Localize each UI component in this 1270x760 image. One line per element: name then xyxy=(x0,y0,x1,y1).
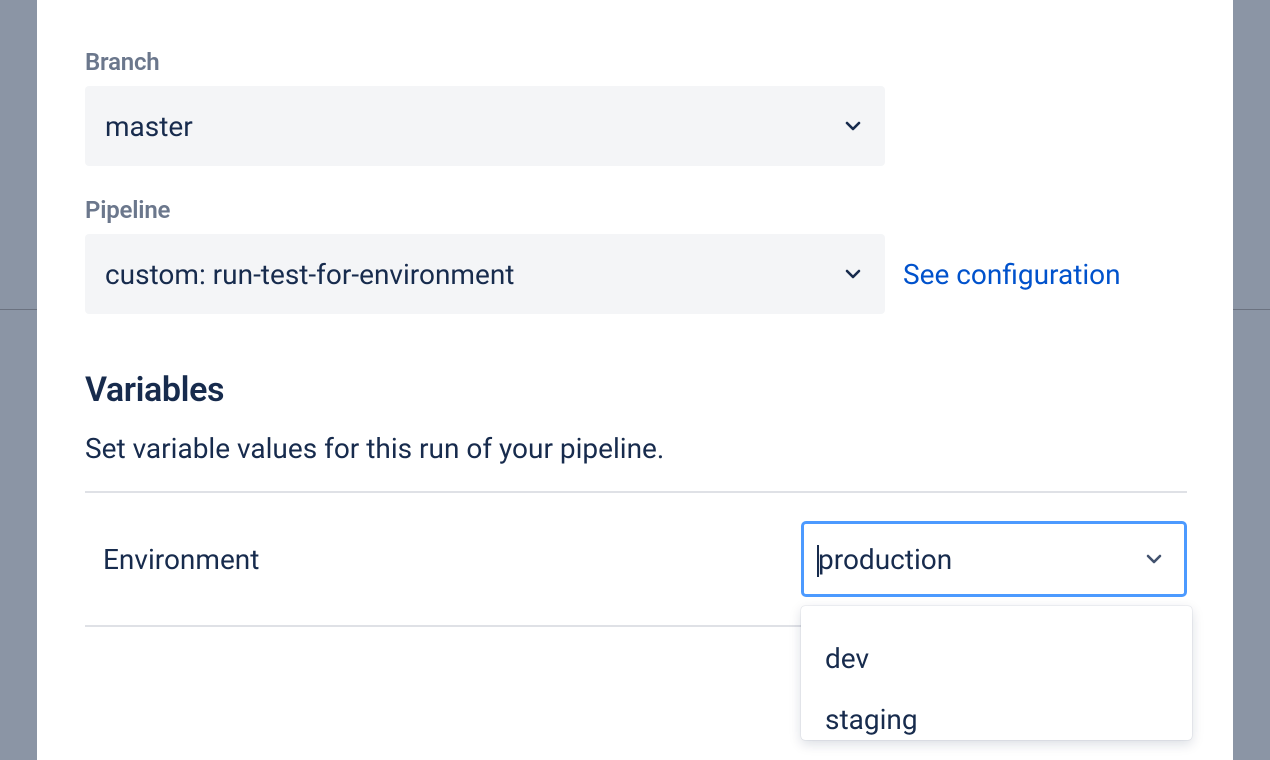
pipeline-run-modal: Branch master Pipeline custom: run-test-… xyxy=(37,0,1233,760)
pipeline-row: custom: run-test-for-environment See con… xyxy=(85,234,1185,314)
chevron-down-icon xyxy=(1142,547,1166,571)
variable-row: Environment production dev staging xyxy=(85,493,1187,625)
pipeline-label: Pipeline xyxy=(85,196,1185,224)
branch-select[interactable]: master xyxy=(85,86,885,166)
chevron-down-icon xyxy=(841,114,865,138)
environment-dropdown-menu: dev staging xyxy=(801,606,1192,740)
variables-heading: Variables xyxy=(85,370,1185,410)
branch-field-group: Branch master xyxy=(85,48,1185,166)
branch-select-value: master xyxy=(105,110,193,143)
variables-description: Set variable values for this run of your… xyxy=(85,432,1185,465)
pipeline-select[interactable]: custom: run-test-for-environment xyxy=(85,234,885,314)
chevron-down-icon xyxy=(841,262,865,286)
pipeline-select-value: custom: run-test-for-environment xyxy=(105,258,514,291)
dropdown-option-dev[interactable]: dev xyxy=(801,628,1192,689)
variable-name: Environment xyxy=(103,543,259,576)
pipeline-field-group: Pipeline custom: run-test-for-environmen… xyxy=(85,196,1185,314)
environment-select-value: production xyxy=(818,543,952,576)
environment-select[interactable]: production dev staging xyxy=(801,521,1187,597)
dropdown-option-staging[interactable]: staging xyxy=(801,689,1192,740)
variables-table: Environment production dev staging xyxy=(85,491,1187,627)
branch-label: Branch xyxy=(85,48,1185,76)
text-cursor xyxy=(817,545,819,577)
see-configuration-link[interactable]: See configuration xyxy=(903,258,1121,291)
